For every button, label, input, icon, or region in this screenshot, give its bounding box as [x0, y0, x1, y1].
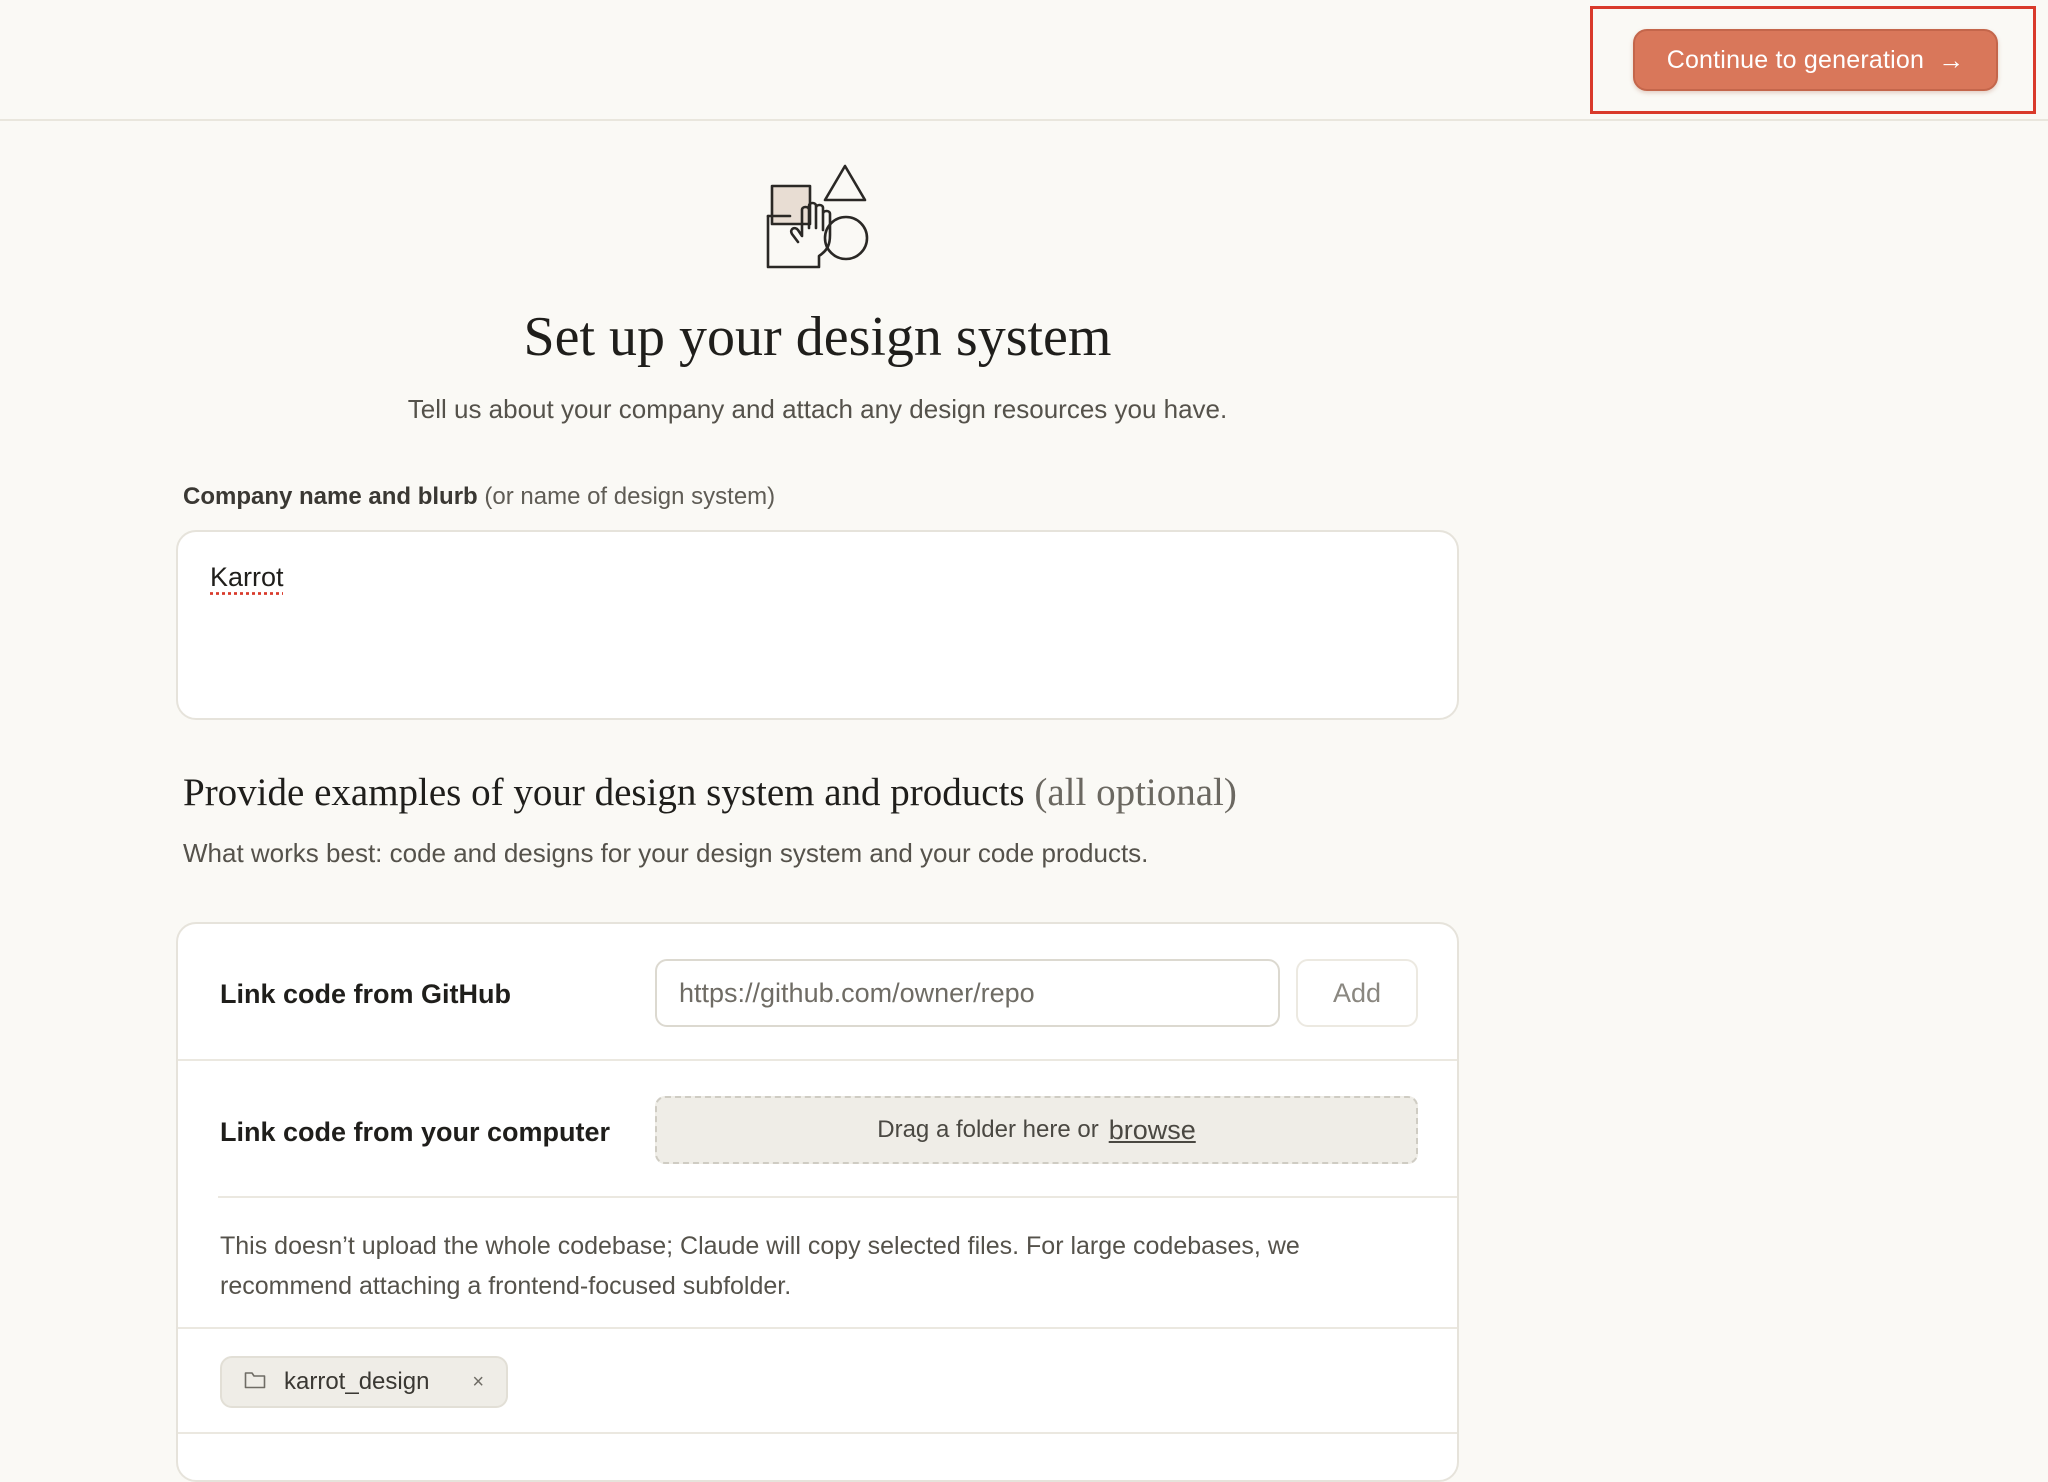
examples-title-main: Provide examples of your design system a…: [183, 771, 1025, 814]
company-field-label: Company name and blurb (or name of desig…: [183, 483, 775, 511]
page-title: Set up your design system: [523, 306, 1112, 368]
company-name-textarea[interactable]: Karrot: [176, 530, 1459, 720]
examples-section-title: Provide examples of your design system a…: [183, 770, 1237, 815]
row-divider: [178, 1059, 1457, 1061]
github-url-input[interactable]: [655, 959, 1280, 1027]
sources-card: Link code from GitHub Add Link code from…: [176, 922, 1459, 1482]
browse-link[interactable]: browse: [1109, 1115, 1196, 1146]
row-divider: [178, 1432, 1457, 1434]
folder-icon: [244, 1368, 266, 1396]
close-icon[interactable]: ×: [472, 1371, 484, 1394]
dropzone-text: Drag a folder here or: [877, 1116, 1099, 1143]
arrow-right-icon: →: [1938, 44, 1965, 75]
company-field-label-hint: (or name of design system): [484, 483, 776, 510]
row-divider: [178, 1327, 1457, 1329]
shapes-hand-illustration-icon: [760, 160, 870, 275]
row-divider: [218, 1196, 1457, 1198]
examples-title-optional: (all optional): [1034, 771, 1237, 814]
continue-button-label: Continue to generation: [1666, 45, 1925, 74]
computer-row-label: Link code from your computer: [220, 1117, 611, 1147]
add-github-button[interactable]: Add: [1296, 959, 1418, 1027]
github-row-label: Link code from GitHub: [220, 979, 512, 1009]
folder-dropzone[interactable]: Drag a folder here or browse: [655, 1096, 1418, 1164]
company-field-label-main: Company name and blurb: [183, 483, 478, 510]
codebase-info-text: This doesn’t upload the whole codebase; …: [220, 1232, 1300, 1300]
company-name-value: Karrot: [210, 562, 284, 592]
attached-folder-chip: karrot_design ×: [220, 1356, 508, 1408]
continue-to-generation-button[interactable]: Continue to generation →: [1633, 29, 1998, 91]
examples-section-description: What works best: code and designs for yo…: [183, 838, 1149, 868]
attached-folder-name: karrot_design: [284, 1368, 430, 1395]
page-subtitle: Tell us about your company and attach an…: [407, 394, 1228, 424]
